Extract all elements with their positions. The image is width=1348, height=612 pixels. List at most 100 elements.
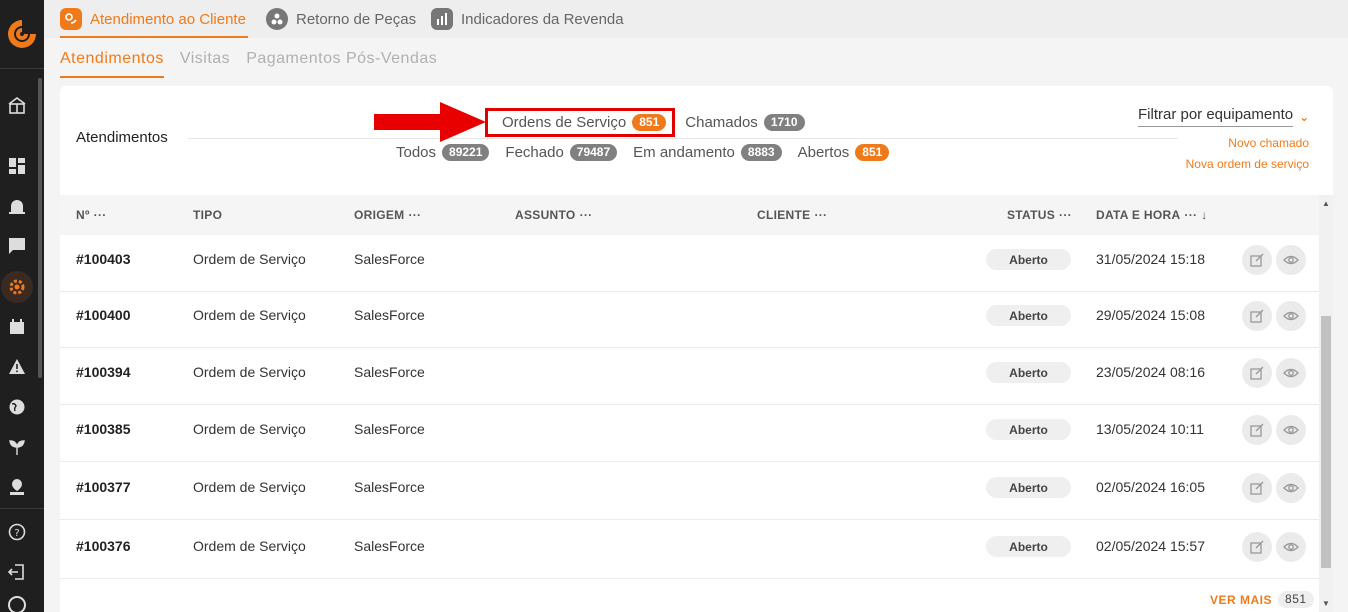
filter-chamados[interactable]: Chamados 1710 xyxy=(685,113,805,131)
table-row[interactable]: #100385 Ordem de Serviço SalesForce Aberto 1… xyxy=(60,405,1319,462)
order-number: #100403 xyxy=(76,251,131,267)
chat-icon[interactable] xyxy=(8,237,26,255)
filter-em-andamento[interactable]: Em andamento 8883 xyxy=(633,144,782,161)
sidebar-divider xyxy=(0,508,44,509)
filter-abertos[interactable]: Abertos 851 xyxy=(798,144,890,161)
see-more-button[interactable]: VER MAIS 851 xyxy=(1210,591,1314,608)
see-more-label: VER MAIS xyxy=(1210,592,1273,607)
edit-button[interactable] xyxy=(1242,532,1272,562)
customer-service-icon xyxy=(60,8,82,30)
table-row[interactable]: #100376 Ordem de Serviço SalesForce Aberto 0… xyxy=(60,522,1319,579)
table-scrollbar[interactable]: ▲ ▼ xyxy=(1319,195,1333,612)
column-header-type[interactable]: TIPO xyxy=(193,208,222,222)
new-service-order-link[interactable]: Nova ordem de serviço xyxy=(1186,157,1309,171)
column-header-datetime[interactable]: DATA E HORA ··· ↓ xyxy=(1096,208,1208,222)
view-button[interactable] xyxy=(1276,358,1306,388)
edit-icon xyxy=(1250,481,1264,495)
status-badge: Aberto xyxy=(986,419,1071,440)
subtab-visitas[interactable]: Visitas xyxy=(180,50,230,78)
filter-label: Abertos xyxy=(797,144,850,161)
filter-todos[interactable]: Todos 89221 xyxy=(396,144,490,161)
user-avatar-icon[interactable] xyxy=(8,596,26,612)
column-menu-icon: ··· xyxy=(1059,208,1072,222)
edit-button[interactable] xyxy=(1242,301,1272,331)
order-number: #100377 xyxy=(76,479,131,495)
subtab-atendimentos[interactable]: Atendimentos xyxy=(60,50,164,78)
service-gear-icon[interactable] xyxy=(8,278,26,296)
table-row[interactable]: #100403 Ordem de Serviço SalesForce Aberto 3… xyxy=(60,235,1319,292)
order-datetime: 31/05/2024 15:18 xyxy=(1096,251,1205,267)
globe-icon[interactable] xyxy=(8,398,26,416)
tab-retorno-de-pecas[interactable]: Retorno de Peças xyxy=(266,0,416,38)
parts-return-icon xyxy=(266,8,288,30)
dashboard-icon[interactable] xyxy=(8,157,26,175)
eye-icon xyxy=(1283,255,1299,265)
count-badge: 851 xyxy=(1278,591,1314,608)
equipment-filter-dropdown[interactable]: Filtrar por equipamento ⌄ xyxy=(1138,106,1309,127)
warning-icon[interactable] xyxy=(8,358,26,376)
status-badge: Aberto xyxy=(986,305,1071,326)
column-header-subject[interactable]: ASSUNTO ··· xyxy=(515,208,592,222)
edit-button[interactable] xyxy=(1242,245,1272,275)
column-header-client[interactable]: CLIENTE ··· xyxy=(757,208,827,222)
edit-icon xyxy=(1250,366,1264,380)
view-button[interactable] xyxy=(1276,245,1306,275)
view-button[interactable] xyxy=(1276,301,1306,331)
equipment-filter-label: Filtrar por equipamento xyxy=(1138,106,1294,127)
column-header-status[interactable]: STATUS ··· xyxy=(1007,208,1072,222)
status-filter-row: Todos 89221 Fechado 79487 Em andamento 8… xyxy=(396,144,890,161)
order-datetime: 23/05/2024 08:16 xyxy=(1096,364,1205,380)
column-menu-icon: ··· xyxy=(579,208,593,222)
subtab-pagamentos-pos-vendas[interactable]: Pagamentos Pós-Vendas xyxy=(246,50,437,78)
help-icon[interactable]: ? xyxy=(8,523,26,541)
plant-icon[interactable] xyxy=(8,438,26,456)
app-logo[interactable] xyxy=(6,18,38,50)
location-icon[interactable] xyxy=(8,478,26,496)
status-badge: Aberto xyxy=(986,362,1071,383)
new-ticket-link[interactable]: Novo chamado xyxy=(1228,136,1309,150)
tab-label: Atendimento ao Cliente xyxy=(90,10,246,28)
edit-icon xyxy=(1250,540,1264,554)
status-badge: Aberto xyxy=(986,249,1071,270)
column-header-origin[interactable]: ORIGEM ··· xyxy=(354,208,421,222)
tab-indicadores-da-revenda[interactable]: Indicadores da Revenda xyxy=(431,0,624,38)
scroll-up-icon[interactable]: ▲ xyxy=(1322,199,1330,208)
edit-icon xyxy=(1250,423,1264,437)
atendimentos-card: Atendimentos Ordens de Serviço 851 Chama… xyxy=(60,86,1333,612)
filter-label: Em andamento xyxy=(633,144,735,161)
status-badge: Aberto xyxy=(986,477,1071,498)
tab-label: Retorno de Peças xyxy=(296,10,417,28)
sidebar-scrollbar[interactable] xyxy=(38,78,42,378)
column-header-number[interactable]: Nº ··· xyxy=(76,208,107,222)
order-origin: SalesForce xyxy=(354,538,425,554)
calendar-icon[interactable] xyxy=(8,318,26,336)
count-badge: 1710 xyxy=(763,113,805,131)
table-row[interactable]: #100377 Ordem de Serviço SalesForce Aberto 0… xyxy=(60,463,1319,520)
filter-fechado[interactable]: Fechado 79487 xyxy=(505,144,618,161)
edit-button[interactable] xyxy=(1242,415,1272,445)
column-menu-icon: ··· xyxy=(408,208,422,222)
edit-button[interactable] xyxy=(1242,473,1272,503)
count-badge: 851 xyxy=(855,144,890,161)
edit-button[interactable] xyxy=(1242,358,1272,388)
count-badge: 851 xyxy=(632,113,667,131)
logout-icon[interactable] xyxy=(8,563,26,581)
scrollbar-thumb[interactable] xyxy=(1321,316,1331,568)
table-row[interactable]: #100400 Ordem de Serviço SalesForce Aberto 2… xyxy=(60,291,1319,348)
sidebar-divider xyxy=(0,68,44,69)
order-type: Ordem de Serviço xyxy=(193,479,306,495)
count-badge: 89221 xyxy=(442,144,490,161)
table-row[interactable]: #100394 Ordem de Serviço SalesForce Aberto 2… xyxy=(60,348,1319,405)
order-type: Ordem de Serviço xyxy=(193,251,306,267)
tab-atendimento-ao-cliente[interactable]: Atendimento ao Cliente xyxy=(60,0,248,38)
alarm-icon[interactable] xyxy=(8,197,26,215)
count-badge: 79487 xyxy=(569,144,618,161)
order-number: #100400 xyxy=(76,307,131,323)
view-button[interactable] xyxy=(1276,415,1306,445)
filter-ordens-de-servico[interactable]: Ordens de Serviço 851 xyxy=(485,107,676,137)
filter-label: Todos xyxy=(396,144,437,161)
view-button[interactable] xyxy=(1276,532,1306,562)
view-button[interactable] xyxy=(1276,473,1306,503)
scroll-down-icon[interactable]: ▼ xyxy=(1322,599,1330,608)
store-icon[interactable] xyxy=(8,97,26,115)
